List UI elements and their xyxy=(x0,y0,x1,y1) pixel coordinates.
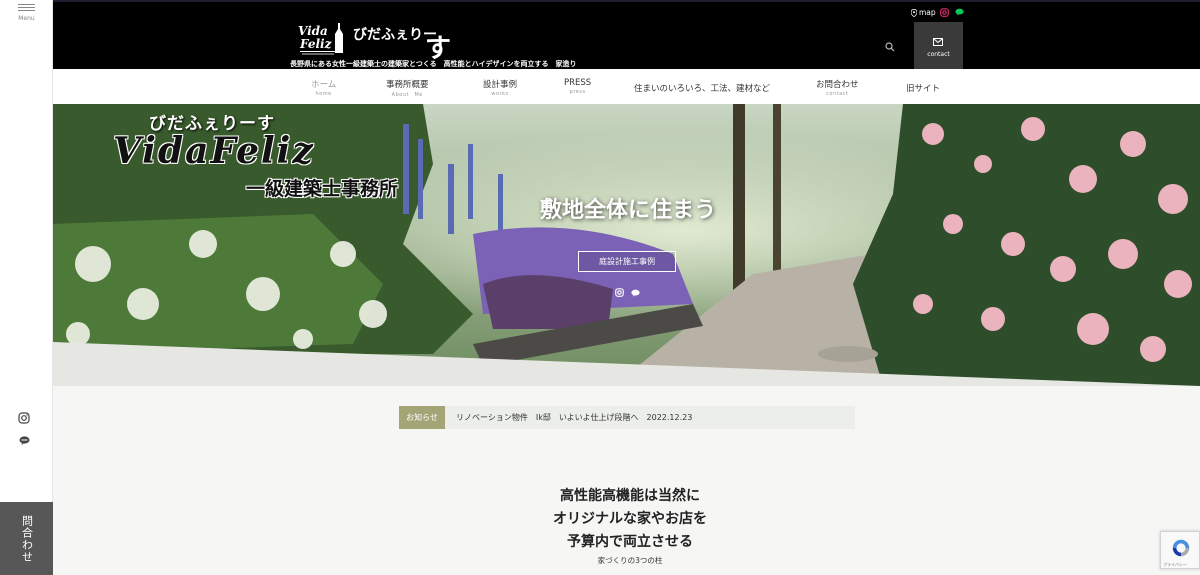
menu-label: Menu xyxy=(18,15,35,22)
map-label: map xyxy=(919,8,936,17)
nav-label: お問合わせ xyxy=(816,80,859,90)
instagram-icon[interactable] xyxy=(18,412,30,424)
nav-sublabel: home xyxy=(315,91,332,97)
contact-label: contact xyxy=(927,51,950,58)
svg-text:Feliz: Feliz xyxy=(299,37,333,51)
nav-sublabel: works xyxy=(491,91,509,97)
nav-label: 住まいのいろいろ、工法、建材など xyxy=(634,84,771,94)
nav-item-old-site[interactable]: 旧サイト xyxy=(906,82,940,94)
site-header: Vida Feliz びだふぇりー す 長野県にある女性一級建築士の建築家とつく… xyxy=(53,0,1200,71)
line-icon[interactable] xyxy=(955,8,964,16)
recaptcha-icon xyxy=(1172,539,1190,557)
nav-item-press[interactable]: PRESS press xyxy=(564,78,591,95)
nav-item-works[interactable]: 設計事例 works xyxy=(483,78,517,97)
map-link[interactable]: map xyxy=(911,8,936,17)
instagram-icon[interactable] xyxy=(940,8,949,17)
svg-text:Vida: Vida xyxy=(298,24,328,38)
intro-line: オリジナルな家やお店を xyxy=(553,511,707,527)
vidafeliz-logo[interactable]: Vida Feliz xyxy=(296,21,348,57)
recaptcha-badge[interactable]: プライバシー xyxy=(1160,531,1200,569)
nav-label: PRESS xyxy=(564,78,592,88)
hero-section: びだふぇりーす VidaFeliz 一級建築士事務所 敷地全体に住まう 庭設計施… xyxy=(53,104,1200,386)
hero-brand-office: 一級建築士事務所 xyxy=(246,178,399,200)
news-badge: お知らせ xyxy=(399,406,445,429)
nav-item-about[interactable]: 事務所概要 About Me xyxy=(386,78,429,98)
search-icon[interactable] xyxy=(883,40,897,54)
nav-sublabel: contact xyxy=(826,91,849,97)
nav-item-home[interactable]: ホーム home xyxy=(311,78,336,97)
tagline: 長野県にある女性一級建築士の建築家とつくる 高性能とハイデザインを両立する 家造… xyxy=(290,60,577,68)
instagram-icon[interactable] xyxy=(615,288,624,297)
hero-brand-name: VidaFeliz xyxy=(113,130,315,172)
left-sidebar: Menu 問合わせ xyxy=(0,0,53,575)
nav-sublabel: About Me xyxy=(391,92,423,98)
intro-section: 高性能高機能は当然に オリジナルな家やお店を 予算内で両立させる 家づくりの3つ… xyxy=(480,485,780,566)
nav-item-contact[interactable]: お問合わせ contact xyxy=(816,78,859,97)
main-nav: ホーム home 事務所概要 About Me 設計事例 works PRESS… xyxy=(53,69,1200,104)
news-link[interactable]: リノベーション物件 Ik邸 いよいよ仕上げ段階へ 2022.12.23 xyxy=(456,412,692,423)
intro-subtitle: 家づくりの3つの柱 xyxy=(597,556,663,565)
news-bar: お知らせ リノベーション物件 Ik邸 いよいよ仕上げ段階へ 2022.12.23 xyxy=(399,406,855,429)
garden-works-button[interactable]: 庭設計施工事例 xyxy=(578,251,676,272)
hamburger-icon-bar xyxy=(17,7,35,8)
nav-item-living[interactable]: 住まいのいろいろ、工法、建材など xyxy=(634,82,770,94)
line-icon[interactable] xyxy=(19,436,30,445)
nav-label: 旧サイト xyxy=(906,84,941,94)
contact-button[interactable]: contact xyxy=(914,22,963,71)
inquiry-button[interactable]: 問合わせ xyxy=(0,502,53,575)
nav-label: 事務所概要 xyxy=(386,80,429,90)
hero-title: 敷地全体に住まう xyxy=(539,198,716,223)
line-icon[interactable] xyxy=(631,289,640,297)
nav-label: 設計事例 xyxy=(483,80,518,90)
nav-sublabel: press xyxy=(569,89,586,95)
intro-line: 高性能高機能は当然に xyxy=(560,488,700,504)
hamburger-icon-bar xyxy=(17,10,35,11)
recaptcha-text: プライバシー xyxy=(1163,562,1187,567)
intro-line: 予算内で両立させる xyxy=(567,534,693,550)
nav-label: ホーム xyxy=(311,80,337,90)
hamburger-icon-bar xyxy=(17,4,35,5)
map-pin-icon xyxy=(911,8,917,17)
mail-icon xyxy=(933,38,943,46)
